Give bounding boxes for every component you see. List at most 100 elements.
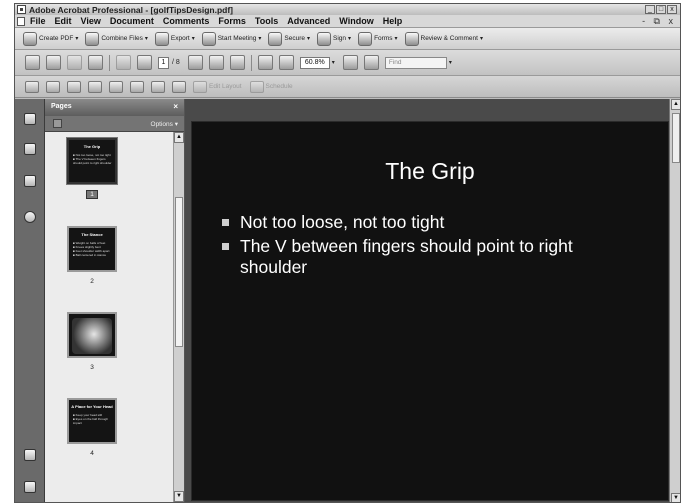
zoom-dropdown-icon[interactable]: ▾ [332, 59, 335, 66]
page-number-label: 1 [86, 190, 98, 199]
thumbnail-title: The Grip [83, 144, 101, 149]
menu-tools[interactable]: Tools [255, 16, 278, 26]
bullet-square-icon [222, 219, 229, 226]
close-button[interactable]: x [667, 5, 677, 14]
help-icon[interactable] [24, 211, 36, 223]
scroll-down-icon[interactable]: ▼ [671, 493, 680, 502]
scroll-down-icon[interactable]: ▼ [174, 491, 184, 502]
scroll-thumb[interactable] [672, 113, 680, 163]
document-window-controls[interactable]: - ⧉ x [642, 16, 676, 27]
slide-page: The Grip Not too loose, not too tight Th… [191, 121, 669, 501]
page-number-label: 4 [90, 450, 94, 457]
schedule-icon [249, 80, 264, 93]
maximize-button[interactable]: □ [656, 5, 666, 14]
save-icon[interactable] [88, 55, 103, 70]
pages-panel-options-bar: Options ▾ [45, 116, 184, 132]
chevron-down-icon: ▾ [144, 36, 148, 42]
edit-layout-button[interactable]: Edit Layout [193, 80, 242, 93]
page-thumbnail-2[interactable]: The Stance ■ Weight on balls of feet ■ K… [67, 226, 117, 272]
page-number-input[interactable]: 1 [158, 56, 169, 69]
menu-help[interactable]: Help [383, 16, 403, 26]
menu-window[interactable]: Window [339, 16, 373, 26]
page-thumbnail-1[interactable]: The Grip ■ Not too loose, not too tight … [67, 138, 117, 184]
comments-icon[interactable] [24, 481, 36, 493]
article-tool-icon[interactable] [25, 80, 39, 93]
find-input[interactable]: Find [384, 56, 447, 69]
radio-tool-icon[interactable] [109, 80, 123, 93]
menu-advanced[interactable]: Advanced [287, 16, 330, 26]
signatures-icon[interactable] [24, 175, 36, 187]
thumbnail-body: ■ Keep your head still ■ Eyes on the bal… [73, 413, 109, 425]
email-icon[interactable] [67, 55, 82, 70]
minimize-button[interactable]: _ [645, 5, 655, 14]
combine-files-button[interactable]: Combine Files ▾ [85, 31, 148, 46]
zoom-tool-icon[interactable] [229, 55, 245, 70]
trash-icon[interactable] [53, 119, 62, 128]
sign-button[interactable]: Sign ▾ [317, 31, 351, 46]
scroll-up-icon[interactable]: ▲ [174, 132, 184, 143]
chevron-down-icon: ▾ [75, 36, 79, 42]
options-menu[interactable]: Options ▾ [151, 120, 178, 128]
pages-panel-title: Pages [51, 103, 72, 110]
barcode-tool-icon[interactable] [172, 80, 186, 93]
schedule-button[interactable]: Schedule [249, 80, 293, 93]
review-comment-button[interactable]: Review & Comment ▾ [404, 31, 483, 46]
zoom-out-icon[interactable] [257, 55, 273, 70]
menu-forms[interactable]: Forms [218, 16, 246, 26]
secure-button[interactable]: Secure ▾ [268, 31, 310, 46]
document-icon[interactable] [17, 16, 25, 26]
pages-panel-icon[interactable] [24, 113, 36, 125]
slide-bullet-list: Not too loose, not too tight The V betwe… [222, 212, 642, 281]
fit-width-icon[interactable] [363, 55, 379, 70]
attachments-icon[interactable] [24, 449, 36, 461]
button-tool-icon[interactable] [88, 80, 102, 93]
forms-button[interactable]: Forms ▾ [358, 31, 398, 46]
meeting-icon [201, 31, 216, 46]
slide-bullet-text: The V between fingers should point to ri… [240, 236, 573, 277]
combo-box-tool-icon[interactable] [151, 80, 165, 93]
zoom-in-icon[interactable] [278, 55, 294, 70]
menu-edit[interactable]: Edit [55, 16, 72, 26]
fit-page-icon[interactable] [342, 55, 358, 70]
document-view: The Grip Not too loose, not too tight Th… [185, 99, 680, 502]
previous-page-icon[interactable] [116, 55, 131, 70]
secure-label: Secure [284, 35, 306, 42]
hand-tool-icon[interactable] [208, 55, 224, 70]
slide-title: The Grip [385, 158, 475, 184]
export-label: Export [170, 35, 190, 42]
next-page-icon[interactable] [137, 55, 152, 70]
pen-icon [317, 31, 332, 46]
zoom-level-input[interactable]: 60.8% [299, 56, 330, 69]
page-thumbnail-3[interactable] [67, 312, 117, 358]
menu-file[interactable]: File [30, 16, 46, 26]
start-meeting-label: Start Meeting [217, 35, 257, 42]
start-meeting-button[interactable]: Start Meeting ▾ [201, 31, 262, 46]
close-icon[interactable]: × [173, 102, 178, 111]
scroll-thumb[interactable] [175, 197, 183, 347]
check-tool-icon[interactable] [46, 80, 60, 93]
menu-view[interactable]: View [81, 16, 101, 26]
document-scrollbar[interactable]: ▲ ▼ [669, 99, 680, 502]
chevron-down-icon: ▾ [258, 36, 262, 42]
page-number-label: 3 [90, 364, 94, 371]
print-icon[interactable] [46, 55, 61, 70]
find-dropdown-icon[interactable]: ▾ [449, 59, 452, 66]
export-button[interactable]: Export ▾ [154, 31, 195, 46]
open-folder-icon[interactable] [25, 55, 40, 70]
scroll-up-icon[interactable]: ▲ [671, 99, 680, 110]
thumbnail-title: A Place for Your Head [71, 404, 113, 409]
bookmarks-icon[interactable] [24, 143, 36, 155]
text-field-tool-icon[interactable] [67, 80, 81, 93]
create-pdf-button[interactable]: Create PDF ▾ [23, 31, 79, 46]
menu-comments[interactable]: Comments [163, 16, 210, 26]
thumbnail-scrollbar[interactable]: ▲ ▼ [173, 132, 184, 502]
select-tool-icon[interactable] [187, 55, 203, 70]
list-box-tool-icon[interactable] [130, 80, 144, 93]
chevron-down-icon: ▾ [394, 36, 398, 42]
menu-document[interactable]: Document [110, 16, 154, 26]
toolbar-separator [250, 54, 252, 71]
page-thumbnail-4[interactable]: A Place for Your Head ■ Keep your head s… [67, 398, 117, 444]
forms-icon [358, 31, 373, 46]
page-count: / 8 [172, 59, 180, 66]
navigation-panel-rail [15, 99, 45, 502]
